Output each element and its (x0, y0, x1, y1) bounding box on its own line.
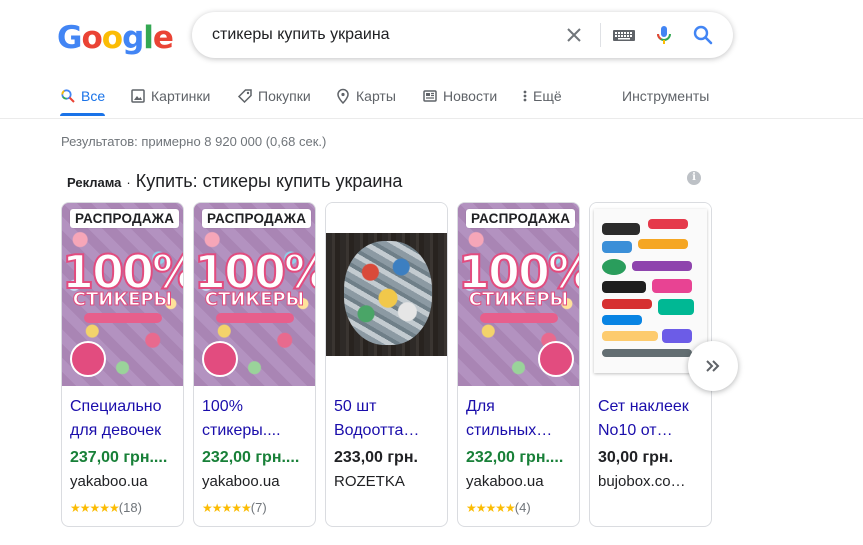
product-title-line: стикеры.... (202, 422, 281, 439)
product-title-line: для девочек (70, 422, 162, 439)
tab-shopping[interactable]: Покупки (237, 80, 311, 116)
sale-badge: РАСПРОДАЖА (70, 209, 180, 228)
product-title-line: стильных… (466, 422, 553, 439)
tab-maps[interactable]: Карты (335, 80, 396, 116)
carousel-next-button[interactable] (688, 341, 738, 391)
tab-label: Карты (356, 88, 396, 104)
tab-more[interactable]: Ещё (522, 80, 562, 116)
sale-badge: РАСПРОДАЖА (466, 209, 576, 228)
product-title-line: 100% (202, 398, 243, 415)
ad-separator: · (126, 175, 131, 190)
tools-button[interactable]: Инструменты (622, 88, 709, 104)
product-price: 30,00 грн. (598, 449, 674, 466)
result-stats: Результатов: примерно 8 920 000 (0,68 се… (61, 134, 327, 149)
tab-all[interactable]: Все (60, 80, 106, 116)
product-card[interactable]: 50 шт Водоотта… 233,00 грн. ROZETKA (325, 202, 448, 527)
store-name: bujobox.co… (598, 473, 686, 490)
tab-label: Картинки (151, 88, 211, 104)
search-icon[interactable] (691, 23, 715, 47)
header-divider (0, 118, 863, 119)
product-card[interactable]: 100% СТИКЕРЫ РАСПРОДАЖА Специально для д… (61, 202, 184, 527)
product-image: 100% СТИКЕРЫ РАСПРОДАЖА (458, 203, 579, 386)
search-icon (61, 89, 75, 103)
product-card[interactable]: 100% СТИКЕРЫ РАСПРОДАЖА Для стильных… 23… (457, 202, 580, 527)
cover-word: СТИКЕРЫ (204, 289, 305, 311)
tab-images[interactable]: Картинки (130, 80, 210, 116)
product-title[interactable]: Для стильных… (466, 395, 576, 443)
search-divider (600, 23, 601, 47)
product-title[interactable]: 50 шт Водоотта… (334, 395, 444, 443)
product-price: 232,00 грн.... (202, 449, 300, 466)
rating-count: (4) (514, 500, 531, 515)
product-price: 233,00 грн. (334, 449, 418, 466)
image-icon (131, 89, 145, 103)
star-rating-icon: ★★★★★ (70, 501, 120, 515)
store-name: yakaboo.ua (70, 473, 148, 490)
product-title-line: Водоотта… (334, 422, 420, 439)
store-name: yakaboo.ua (202, 473, 280, 490)
product-image: 100% СТИКЕРЫ РАСПРОДАЖА (62, 203, 183, 386)
search-input[interactable] (212, 12, 542, 58)
rating: ★★★★★(18) (70, 500, 142, 515)
ads-header: Реклама · Купить: стикеры купить украина (67, 171, 402, 192)
map-pin-icon (337, 88, 349, 104)
product-title[interactable]: Специально для девочек (70, 395, 180, 443)
google-logo[interactable]: Google (57, 20, 174, 56)
tab-label: Ещё (533, 88, 562, 104)
product-image (326, 203, 447, 386)
search-box (192, 12, 733, 58)
tag-icon (237, 89, 252, 104)
tab-label: Новости (443, 88, 498, 104)
store-name: ROZETKA (334, 473, 405, 490)
product-title-line: No10 от… (598, 422, 673, 439)
news-icon (423, 90, 437, 102)
more-vert-icon (523, 90, 527, 102)
product-price: 237,00 грн.... (70, 449, 168, 466)
star-rating-icon: ★★★★★ (466, 501, 516, 515)
product-title-line: Для (466, 398, 495, 415)
rating-count: (7) (250, 500, 267, 515)
tab-label: Все (81, 88, 106, 104)
product-card[interactable]: 100% СТИКЕРЫ РАСПРОДАЖА 100% стикеры....… (193, 202, 316, 527)
product-title-line: Специально (70, 398, 162, 415)
cover-word: СТИКЕРЫ (468, 289, 569, 311)
chevron-double-right-icon (706, 360, 720, 372)
clear-icon[interactable] (562, 23, 586, 47)
tab-label: Покупки (258, 88, 311, 104)
info-icon[interactable]: i (687, 171, 701, 185)
tab-news[interactable]: Новости (422, 80, 497, 116)
cover-word: СТИКЕРЫ (72, 289, 173, 311)
rating: ★★★★★(4) (466, 500, 531, 515)
product-title[interactable]: Сет наклеек No10 от… (598, 395, 708, 443)
product-image: 100% СТИКЕРЫ РАСПРОДАЖА (194, 203, 315, 386)
microphone-icon[interactable] (652, 23, 676, 47)
product-title[interactable]: 100% стикеры.... (202, 395, 312, 443)
ads-title: Купить: стикеры купить украина (135, 171, 403, 191)
product-title-line: 50 шт (334, 398, 377, 415)
rating-count: (18) (118, 500, 142, 515)
ad-label: Реклама (67, 175, 122, 190)
star-rating-icon: ★★★★★ (202, 501, 252, 515)
keyboard-icon[interactable] (612, 24, 636, 46)
product-price: 232,00 грн.... (466, 449, 564, 466)
store-name: yakaboo.ua (466, 473, 544, 490)
sale-badge: РАСПРОДАЖА (202, 209, 312, 228)
product-title-line: Сет наклеек (598, 398, 689, 415)
rating: ★★★★★(7) (202, 500, 267, 515)
